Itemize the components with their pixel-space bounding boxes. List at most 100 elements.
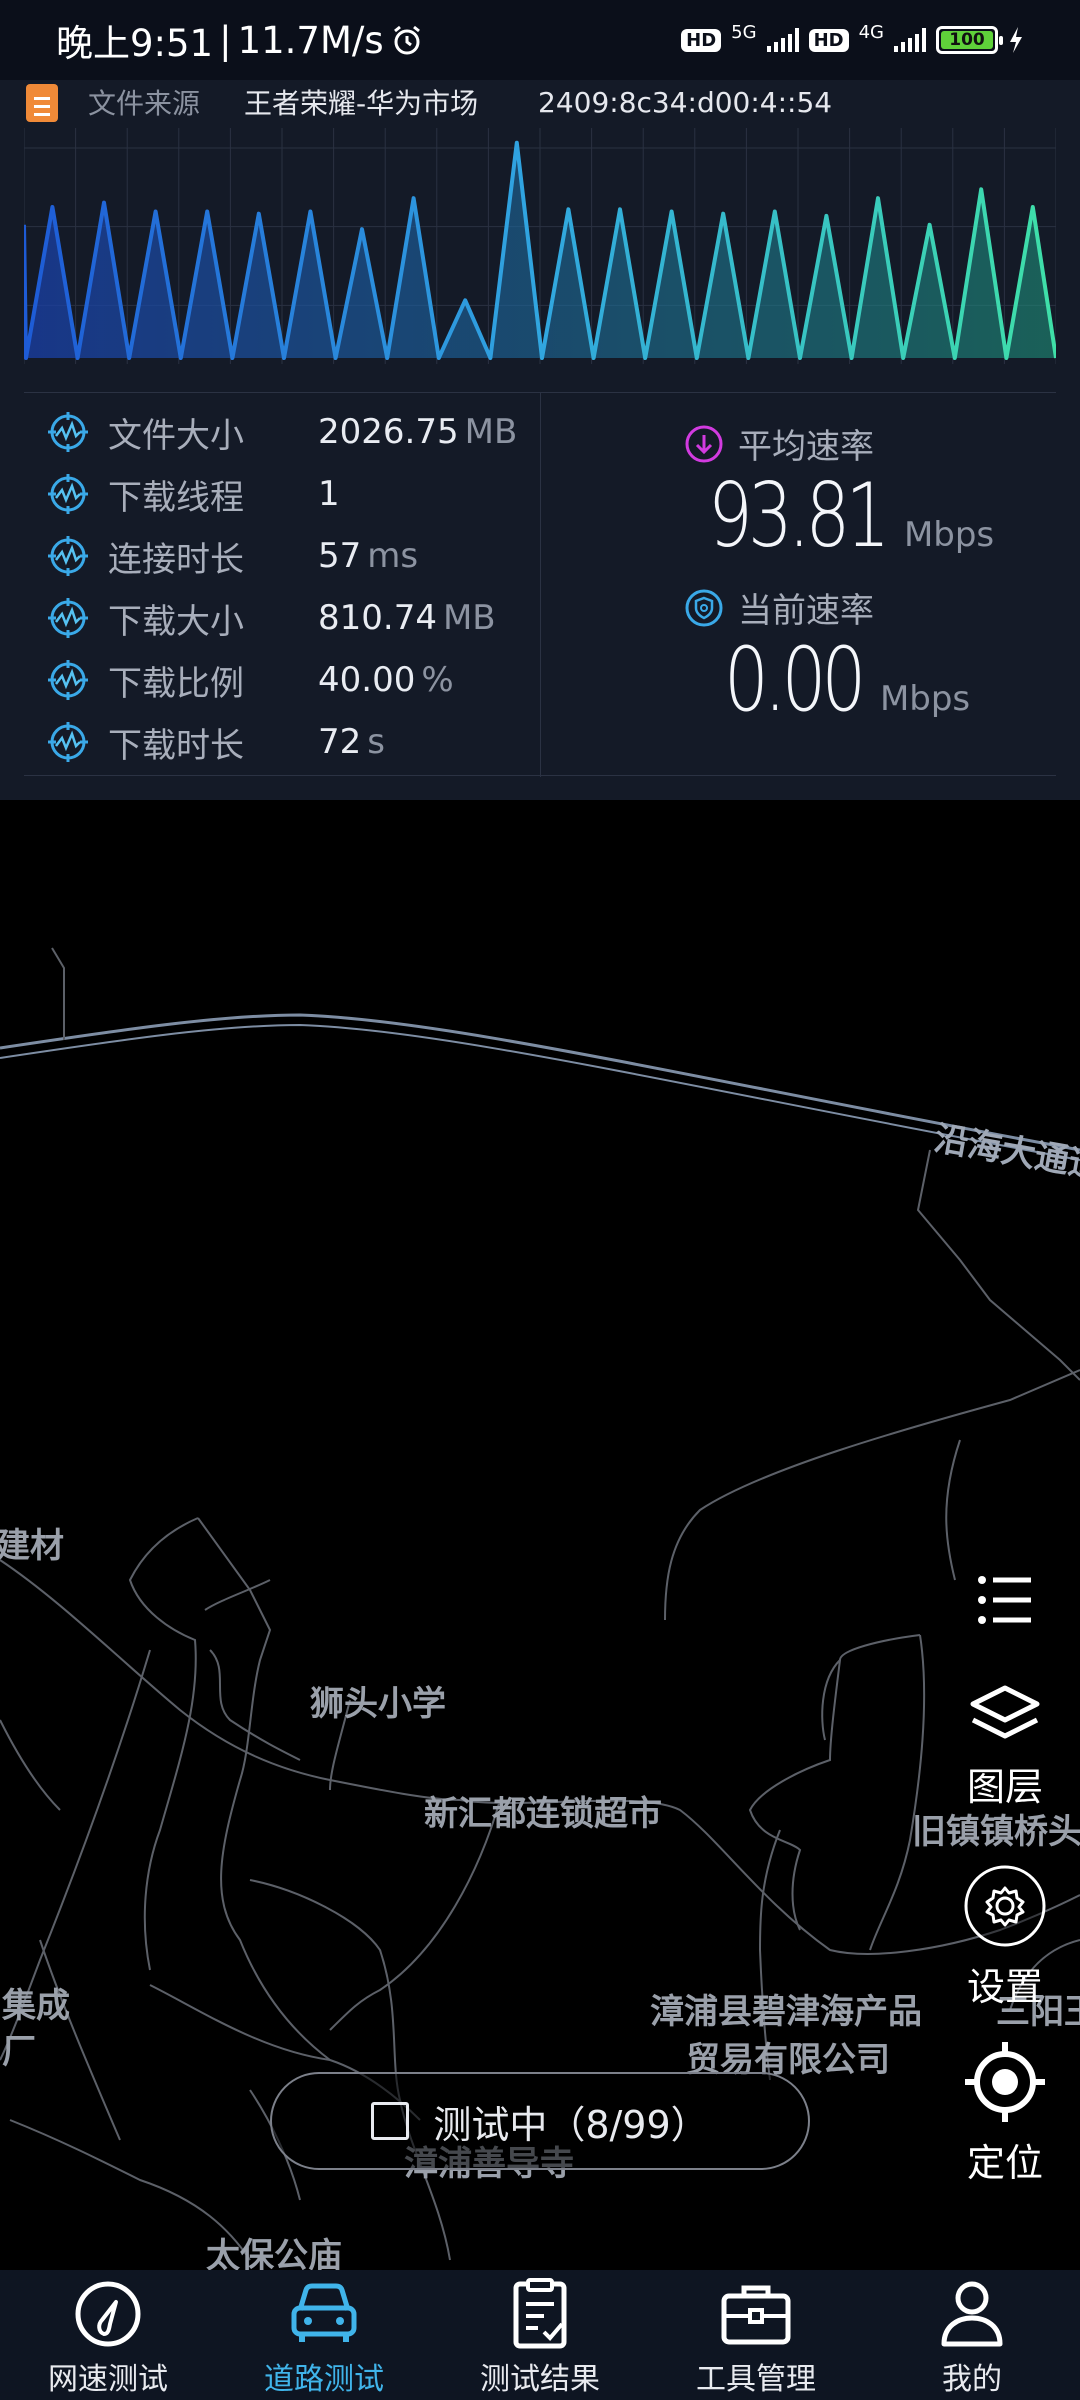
locate-icon (965, 2042, 1045, 2122)
stat-number: 1 (318, 474, 340, 514)
download-arrow-icon (685, 425, 723, 462)
alarm-clock-icon (393, 25, 420, 55)
avg-rate-label: 平均速率 (738, 427, 874, 467)
current-rate-unit: Mbps (879, 679, 971, 719)
stat-number: 72 (318, 722, 362, 762)
shield-icon (685, 589, 723, 626)
clipboard-check-icon (513, 2278, 567, 2349)
source-row: 文件来源 王者荣耀-华为市场 2409:8c34:d00:4::54 (0, 80, 1080, 124)
map-label-taibao: 太保公庙 (206, 2236, 342, 2270)
speed-chart (22, 128, 1058, 385)
stat-row: 文件大小 2026.75 MB (46, 407, 517, 457)
locate-label: 定位 (966, 2141, 1043, 2185)
nav-label-test-results: 测试结果 (480, 2362, 600, 2397)
map-label-school: 狮头小学 (310, 1684, 446, 1724)
stat-number: 57 (318, 536, 362, 576)
nav-road-test[interactable]: 道路测试 (216, 2270, 432, 2400)
avg-rate-value: 93.81 (708, 464, 890, 567)
stat-signal-icon (48, 412, 88, 452)
stat-row: 下载大小 810.74 MB (46, 593, 496, 643)
settings-label: 设置 (966, 1965, 1043, 2009)
stat-row: 连接时长 57 ms (46, 531, 418, 581)
signal-icon (766, 28, 799, 52)
layers-button[interactable]: 图层 (950, 1684, 1060, 1811)
map-roads (0, 947, 1080, 2261)
settings-button[interactable]: 设置 (950, 1864, 1060, 2011)
stat-label: 下载比例 (108, 663, 244, 704)
hd-badge: HD (681, 28, 722, 52)
stop-checkbox-icon[interactable] (371, 2102, 410, 2140)
stats-box: 文件大小 2026.75 MB 下载线程 1 连接时长 57 ms 下载大小 810.74 MB 下载… (24, 392, 1056, 777)
toolbox-icon (721, 2285, 791, 2345)
source-label: 文件来源 (88, 87, 201, 120)
stat-row: 下载时长 72 s (46, 717, 385, 767)
map-label-company: 漳浦县碧津海产品 (650, 1992, 922, 2032)
stat-label: 连接时长 (108, 539, 244, 580)
stat-row: 下载线程 1 (46, 469, 340, 519)
network-speed: 11.7M/s (237, 18, 384, 62)
stat-number: 810.74 (318, 598, 437, 638)
hd-badge-2: HD (808, 28, 849, 52)
stat-row: 下载比例 40.00% (46, 655, 454, 705)
stat-label: 下载时长 (108, 725, 244, 766)
test-status-button[interactable]: 测试中（8/99） (270, 2072, 810, 2170)
map-label-integrated: 集成 (2, 1986, 70, 2026)
list-button[interactable] (950, 1574, 1060, 1630)
stat-unit: MB (442, 598, 496, 638)
stat-value: 1 (318, 474, 346, 514)
nav-speed-test[interactable]: 网速测试 (0, 2270, 216, 2400)
stat-label: 下载大小 (108, 601, 244, 642)
signal-icon-2 (894, 28, 926, 52)
stat-unit: % (421, 660, 454, 700)
stat-value: 2026.75 MB (318, 412, 517, 452)
stat-signal-icon (48, 536, 88, 576)
stat-signal-icon (48, 722, 88, 762)
map-label-materials: 建材 (0, 1526, 64, 1566)
battery-level: 100 (941, 31, 993, 50)
stat-label: 下载线程 (108, 477, 244, 518)
speed-test-panel: 文件来源 王者荣耀-华为市场 2409:8c34:d00:4::54 文件大小 … (0, 80, 1080, 800)
source-ip: 2409:8c34:d00:4::54 (538, 85, 833, 119)
stat-value: 810.74 MB (318, 598, 496, 638)
file-icon (26, 84, 58, 122)
source-name: 王者荣耀-华为市场 (244, 87, 479, 120)
stat-unit: s (367, 722, 385, 762)
stat-signal-icon (48, 660, 88, 700)
map-view[interactable]: 沿海大通道 建材 狮头小学 新汇都连锁超市 旧镇镇桥头 集成 厂 漳浦县碧津海产… (0, 800, 1080, 2270)
list-icon (978, 1576, 1031, 1624)
nav-profile[interactable]: 我的 (864, 2270, 1080, 2400)
person-icon (941, 2281, 1003, 2347)
stat-value: 40.00% (318, 660, 454, 700)
battery-icon: 100 (936, 26, 1003, 54)
nav-test-results[interactable]: 测试结果 (432, 2270, 648, 2400)
current-rate-label: 当前速率 (738, 591, 874, 631)
layers-icon (970, 1685, 1040, 1739)
current-rate-value: 0.00 (724, 628, 866, 731)
map-label-town-bridge: 旧镇镇桥头 (912, 1812, 1080, 1852)
locate-button[interactable]: 定位 (950, 2040, 1060, 2187)
charging-icon (1010, 27, 1022, 53)
stat-unit: MB (464, 412, 518, 452)
stat-value: 57 ms (318, 536, 418, 576)
stat-number: 2026.75 (318, 412, 459, 452)
network-type-1: 5G (731, 21, 757, 43)
stat-label: 文件大小 (108, 415, 244, 456)
stat-number: 40.00 (318, 660, 416, 700)
nav-label-speed-test: 网速测试 (48, 2362, 168, 2397)
status-time: 晚上9:51 (56, 22, 214, 65)
nav-label-tool-management: 工具管理 (696, 2362, 816, 2397)
speed-chart-svg (22, 128, 1058, 385)
gear-icon (964, 1865, 1046, 1947)
stat-unit: ms (367, 536, 419, 576)
avg-rate-block: 平均速率 93.81 Mbps (684, 419, 994, 567)
current-rate-block: 当前速率 0.00 Mbps (684, 583, 970, 731)
speedometer-icon (75, 2281, 141, 2347)
nav-label-road-test: 道路测试 (264, 2362, 384, 2397)
nav-tool-management[interactable]: 工具管理 (648, 2270, 864, 2400)
network-type-2: 4G (858, 21, 884, 43)
map-label-supermarket: 新汇都连锁超市 (424, 1794, 662, 1834)
nav-label-profile: 我的 (942, 2362, 1002, 2397)
map-label-factory: 厂 (2, 2032, 36, 2072)
avg-rate-unit: Mbps (903, 515, 995, 555)
bottom-nav: 网速测试 道路测试 测试结果 工具管理 我的 (0, 2270, 1080, 2400)
